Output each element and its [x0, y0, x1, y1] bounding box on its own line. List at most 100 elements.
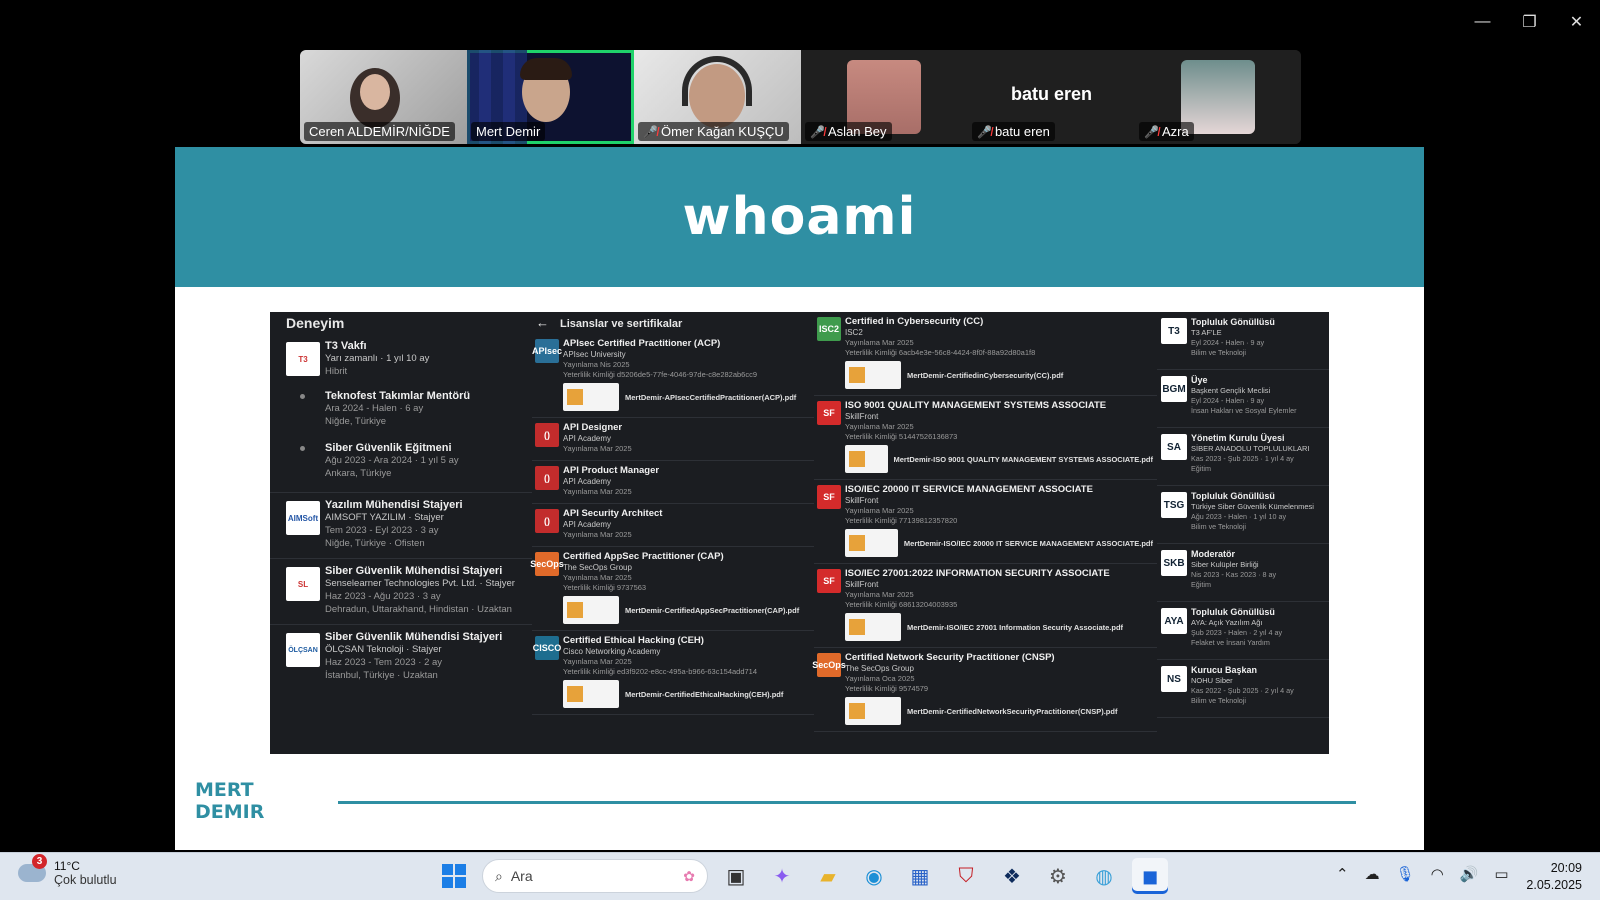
- taskbar: 3 11°C Çok bulutlu ⌕ Ara ✿ ▣ ✦ ▰ ◉ ▦ ⛉ ❖…: [0, 852, 1600, 900]
- copilot-icon[interactable]: ✦: [764, 858, 800, 894]
- clock[interactable]: 20:09 2.05.2025: [1526, 860, 1582, 894]
- certificates-column: ISC2 Certified in Cybersecurity (CC) ISC2 Y…: [812, 312, 1157, 754]
- certificate-item: SF ISO/IEC 27001:2022 INFORMATION SECURIT…: [814, 564, 1157, 648]
- experience-meta: Dehradun, Uttarakhand, Hindistan · Uzakt…: [325, 604, 512, 615]
- volunteer-date: Nis 2023 - Kas 2023 · 8 ay: [1191, 570, 1277, 579]
- start-button[interactable]: [436, 858, 472, 894]
- pdf-thumbnail: [845, 361, 901, 389]
- participant-tile[interactable]: batu eren 🎤̸ batu eren: [968, 50, 1135, 144]
- onedrive-icon[interactable]: ☁: [1365, 865, 1380, 883]
- footer-name-line1: MERT: [195, 779, 254, 801]
- experience-heading: Deneyim: [286, 315, 345, 331]
- certificate-title: ISO/IEC 20000 IT SERVICE MANAGEMENT ASSO…: [845, 484, 1093, 495]
- certificate-item: SecOps Certified AppSec Practitioner (CAP…: [530, 547, 814, 631]
- mcafee-icon[interactable]: ⛉: [948, 858, 984, 894]
- volunteer-date: Eyl 2024 - Halen · 9 ay: [1191, 396, 1265, 405]
- certificate-attachment[interactable]: MertDemir-CertifiedinCybersecurity(CC).p…: [845, 361, 1153, 389]
- experience-subtitle: ÖLÇSAN Teknoloji · Stajyer: [325, 644, 442, 655]
- certificate-title: API Product Manager: [563, 465, 660, 476]
- pdf-thumbnail: [845, 445, 888, 473]
- participant-tile[interactable]: 🎤̸ Azra: [1135, 50, 1301, 144]
- certificate-item: SecOps Certified Network Security Practit…: [812, 648, 1157, 732]
- certificate-attachment[interactable]: MertDemir-CertifiedAppSecPractitioner(CA…: [563, 596, 810, 624]
- certificate-attachment[interactable]: MertDemir-ISO/IEC 27001 Information Secu…: [845, 613, 1153, 641]
- volume-icon[interactable]: 🔊: [1460, 865, 1479, 883]
- browser-icon[interactable]: ◍: [1086, 858, 1122, 894]
- certificate-issuer: APIsec University: [563, 350, 626, 359]
- certificate-issuer: SkillFront: [845, 496, 879, 505]
- organization-logo: NS: [1161, 666, 1187, 692]
- experience-item: AIMSoft Yazılım Mühendisi Stajyeri AIMSO…: [270, 493, 532, 559]
- volunteer-category: Felaket ve İnsani Yardım: [1191, 638, 1270, 647]
- issuer-logo: CISCO: [533, 636, 561, 660]
- search-placeholder: Ara: [510, 868, 533, 884]
- certificate-issuer: Cisco Networking Academy: [563, 647, 661, 656]
- battery-icon[interactable]: ▭: [1494, 865, 1508, 883]
- headphones-icon: [682, 56, 752, 106]
- role-item: Siber Güvenlik Eğitmeni Ağu 2023 - Ara 2…: [270, 438, 532, 484]
- zoom-icon[interactable]: ◼: [1132, 858, 1168, 894]
- certificate-attachment[interactable]: MertDemir-ISO 9001 QUALITY MANAGEMENT SY…: [845, 445, 1153, 473]
- footer-name: MERT DEMIR: [195, 779, 264, 823]
- chevron-up-icon[interactable]: ⌃: [1336, 865, 1349, 883]
- footer-name-line2: DEMIR: [195, 801, 265, 823]
- certificate-date: Yayınlama Mar 2025: [563, 530, 632, 539]
- close-button[interactable]: ✕: [1553, 8, 1600, 36]
- restore-button[interactable]: ❐: [1506, 8, 1553, 36]
- pdf-filename: MertDemir-APIsecCertifiedPractitioner(AC…: [625, 392, 797, 402]
- linkedin-screenshot: Deneyim T3 T3 Vakfı Yarı zamanlı · 1 yıl…: [270, 312, 1329, 754]
- volunteer-date: Ağu 2023 - Halen · 1 yıl 10 ay: [1191, 512, 1287, 521]
- experience-title: Siber Güvenlik Mühendisi Stajyeri: [325, 631, 503, 643]
- edge-icon[interactable]: ◉: [856, 858, 892, 894]
- company-logo: T3: [286, 342, 320, 376]
- weather-widget[interactable]: 3 11°C Çok bulutlu: [18, 854, 117, 887]
- certificate-title: API Designer: [563, 422, 623, 433]
- volunteer-item: SA Yönetim Kurulu Üyesi SİBER ANADOLU TOPL…: [1157, 428, 1329, 486]
- certificate-item: () API Designer API Academy Yayınlama Mar 2…: [532, 418, 814, 461]
- pdf-filename: MertDemir-CertifiedAppSecPractitioner(CA…: [625, 605, 800, 615]
- organization-logo: AYA: [1161, 608, 1187, 634]
- certificate-issuer: SkillFront: [845, 412, 879, 421]
- volunteer-date: Şub 2023 - Halen · 2 yıl 4 ay: [1191, 628, 1283, 637]
- back-arrow-icon[interactable]: ←: [536, 315, 549, 330]
- volunteer-org: Siber Kulüpler Birliği: [1191, 560, 1259, 569]
- dropbox-icon[interactable]: ❖: [994, 858, 1030, 894]
- screen: — ❐ ✕ Ceren ALDEMİR/NİĞDE Mert Demir 🎤̸ Ö…: [0, 0, 1600, 900]
- taskbar-search[interactable]: ⌕ Ara ✿: [482, 859, 708, 893]
- certificate-attachment[interactable]: MertDemir-CertifiedNetworkSecurityPracti…: [845, 697, 1153, 725]
- participant-tile-active[interactable]: Mert Demir: [467, 50, 634, 144]
- licenses-heading: ← Lisanslar ve sertifikalar: [532, 312, 814, 334]
- volunteer-org: Başkent Gençlik Meclisi: [1191, 386, 1271, 395]
- certificate-attachment[interactable]: MertDemir-APIsecCertifiedPractitioner(AC…: [563, 383, 810, 411]
- experience-title: Yazılım Mühendisi Stajyeri: [325, 499, 463, 511]
- certificate-issuer: API Academy: [563, 477, 612, 486]
- participant-tile[interactable]: 🎤̸ Aslan Bey: [801, 50, 968, 144]
- issuer-logo: (): [535, 423, 559, 447]
- store-icon[interactable]: ▦: [902, 858, 938, 894]
- certificate-attachment[interactable]: MertDemir-ISO/IEC 20000 IT SERVICE MANAG…: [845, 529, 1153, 557]
- issuer-logo: APIsec: [532, 339, 562, 363]
- participant-tile[interactable]: 🎤̸ Ömer Kağan KUŞÇU: [634, 50, 801, 144]
- certificate-title: ISO 9001 QUALITY MANAGEMENT SYSTEMS ASSO…: [845, 400, 1107, 411]
- role-location: Ankara, Türkiye: [325, 468, 392, 479]
- organization-logo: SKB: [1161, 550, 1187, 576]
- minimize-button[interactable]: —: [1459, 8, 1506, 36]
- search-icon: ⌕: [495, 867, 503, 884]
- pdf-filename: MertDemir-ISO 9001 QUALITY MANAGEMENT SY…: [893, 454, 1153, 464]
- file-explorer-icon[interactable]: ▰: [810, 858, 846, 894]
- settings-icon[interactable]: ⚙: [1040, 858, 1076, 894]
- task-view-icon[interactable]: ▣: [718, 858, 754, 894]
- pdf-filename: MertDemir-CertifiedNetworkSecurityPracti…: [907, 706, 1118, 716]
- wifi-icon[interactable]: ◠: [1431, 865, 1444, 883]
- volunteer-item: T3 Topluluk Gönüllüsü T3 AF'LE Eyl 2024 - H…: [1157, 312, 1329, 370]
- role-date: Ağu 2023 - Ara 2024 · 1 yıl 5 ay: [325, 455, 459, 466]
- weather-text: 11°C Çok bulutlu: [54, 859, 117, 887]
- certificate-attachment[interactable]: MertDemir-CertifiedEthicalHacking(CEH).p…: [563, 680, 810, 708]
- experience-meta: İstanbul, Türkiye · Uzaktan: [325, 670, 438, 681]
- participant-tile[interactable]: Ceren ALDEMİR/NİĞDE: [300, 50, 467, 144]
- microphone-icon[interactable]: 🎙: [1396, 865, 1415, 883]
- clock-time: 20:09: [1550, 861, 1582, 875]
- company-logo: AIMSoft: [286, 501, 320, 535]
- experience-title: T3 Vakfı: [325, 340, 367, 352]
- volunteer-title: Moderatör: [1191, 549, 1236, 559]
